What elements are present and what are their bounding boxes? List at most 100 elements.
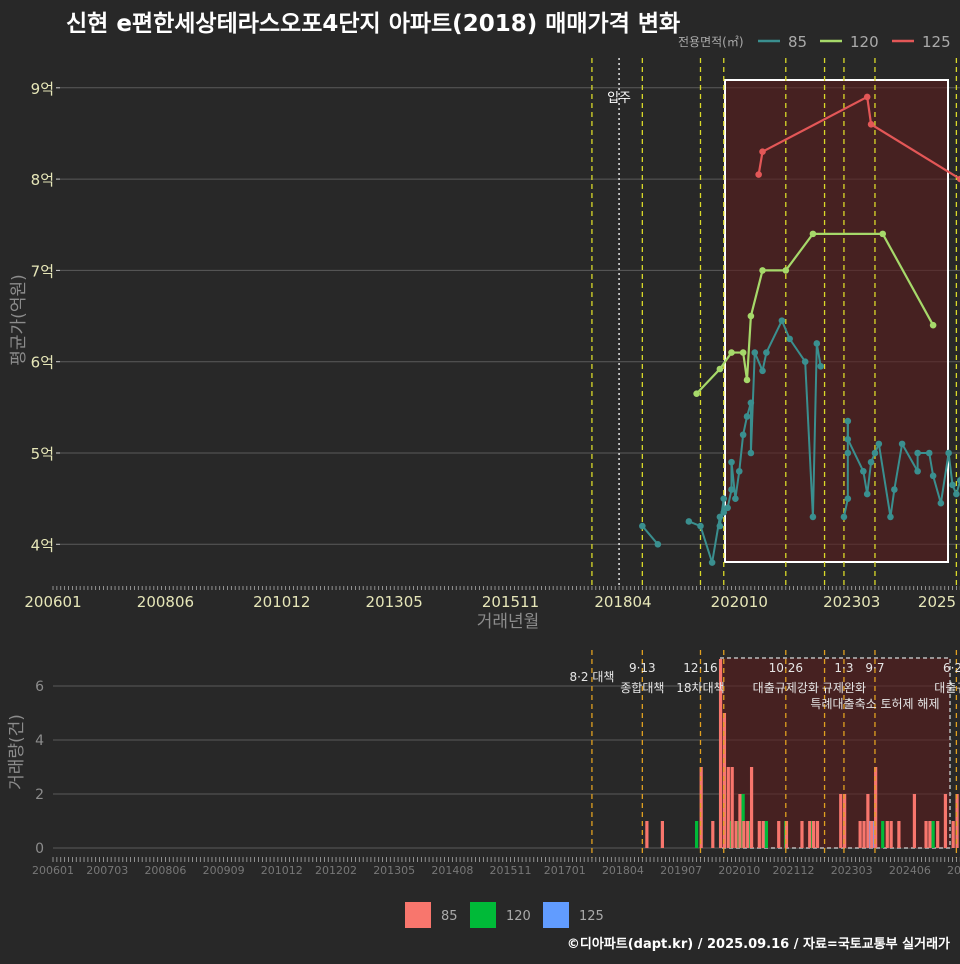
bar-legend-label-120: 120 <box>506 909 531 924</box>
credit-text: ©디아파트(dapt.kr) / 2025.09.16 / 자료=국토교통부 실… <box>566 937 950 952</box>
legend-label-85: 85 <box>788 33 807 51</box>
x-tick-label: 201804 <box>594 593 651 611</box>
data-point-85 <box>763 349 770 356</box>
policy-label: 1·3 <box>834 661 853 675</box>
bar-x-tick-label: 201511 <box>490 864 532 877</box>
x-tick-label: 201012 <box>253 593 310 611</box>
volume-bar-85 <box>889 821 893 848</box>
policy-label: 9·13 <box>629 661 656 675</box>
data-point-85 <box>747 449 755 457</box>
volume-bar-85 <box>808 821 812 848</box>
data-point-85 <box>778 317 786 324</box>
data-point-85 <box>720 495 728 502</box>
x-axis-title: 거래년월 <box>477 612 540 632</box>
bar-y-axis-title: 거래량(건) <box>7 714 27 790</box>
y-tick-label: 6억 <box>31 354 54 372</box>
bar-y-tick-label: 2 <box>35 787 44 803</box>
data-point-125 <box>759 148 766 156</box>
volume-bar-120 <box>764 821 769 848</box>
volume-bar-85 <box>943 794 948 848</box>
data-point-85 <box>801 358 809 366</box>
data-point-85 <box>786 335 793 343</box>
policy-label: 9·7 <box>865 661 884 675</box>
bar-x-tick-label: 200601 <box>32 864 74 877</box>
data-point-120 <box>693 390 700 397</box>
policy-sublabel: 규제완화 <box>822 681 866 695</box>
policy-sublabel: 특례대출축소 토허제 해제 <box>810 697 939 711</box>
volume-bar-85 <box>924 821 928 848</box>
volume-bar-85 <box>734 821 738 848</box>
data-point-85 <box>724 504 731 512</box>
volume-bar-85 <box>839 794 843 848</box>
data-point-85 <box>743 413 751 420</box>
volume-bar-85 <box>746 821 750 848</box>
data-point-85 <box>697 522 704 530</box>
data-point-85 <box>751 349 759 356</box>
bar-legend-swatch-85 <box>405 902 431 928</box>
data-point-120 <box>739 349 747 356</box>
bar-x-tick-label: 200909 <box>203 864 245 877</box>
volume-bar-85 <box>812 821 816 848</box>
volume-bar-85 <box>858 821 862 848</box>
data-point-85 <box>844 495 852 502</box>
y-axis-title: 평균가(억원) <box>9 274 29 365</box>
data-point-85 <box>871 449 879 457</box>
volume-bar-85 <box>761 821 765 848</box>
data-point-85 <box>817 362 824 370</box>
volume-bar-85 <box>742 821 746 848</box>
legend-label-120: 120 <box>850 33 879 51</box>
volume-bar-85 <box>800 821 804 848</box>
bar-x-tick-label: 200806 <box>144 864 186 877</box>
x-tick-label: 200806 <box>137 593 194 611</box>
policy-label: 8·2 대책 <box>569 669 614 684</box>
bar-y-tick-label: 0 <box>35 841 44 857</box>
data-point-85 <box>809 513 817 521</box>
x-tick-label: 200601 <box>24 593 81 611</box>
policy-sublabel: 대출규제강화 <box>753 681 819 695</box>
volume-bar-85 <box>777 821 781 848</box>
data-point-85 <box>914 449 921 457</box>
volume-bar-120 <box>881 821 885 848</box>
data-point-85 <box>747 399 755 407</box>
data-point-85 <box>887 513 894 521</box>
bar-x-tick-label: 201012 <box>261 864 303 877</box>
chart-svg: 4억5억6억7억8억9억입주200601 200806 201012 201305 20… <box>7 33 960 928</box>
data-point-120 <box>809 230 817 238</box>
bar-legend-swatch-125 <box>543 902 569 928</box>
data-point-85 <box>735 467 743 475</box>
data-point-120 <box>759 267 766 274</box>
data-point-85 <box>716 522 724 530</box>
bar-y-tick-label: 4 <box>35 733 44 749</box>
data-point-120 <box>716 365 724 373</box>
policy-label: 10·26 <box>769 661 803 675</box>
x-tick-label: 202010 <box>711 593 768 611</box>
data-point-85 <box>863 490 871 498</box>
policy-sublabel: 종합대책 <box>620 680 664 695</box>
bar-x-tick-label: 201202 <box>315 864 357 877</box>
policy-label: 12·16 <box>683 661 717 675</box>
bar-y-tick-label: 6 <box>35 679 44 695</box>
bar-x-tick-label: 202509 <box>947 864 960 877</box>
policy-sublabel: 18차대책 <box>676 680 724 695</box>
data-point-85 <box>708 559 716 566</box>
move-in-label: 입주 <box>607 91 631 106</box>
data-point-120 <box>743 376 751 384</box>
data-point-120 <box>782 267 790 274</box>
volume-bar-85 <box>885 821 889 848</box>
data-point-85 <box>937 499 945 507</box>
data-point-125 <box>755 171 762 178</box>
volume-bar-85 <box>660 821 664 848</box>
volume-bar-85 <box>749 767 754 848</box>
data-point-85 <box>732 495 739 502</box>
bar-x-tick-label: 201804 <box>602 864 644 877</box>
data-point-85 <box>860 467 867 475</box>
data-point-85 <box>639 522 646 530</box>
bar-x-tick-label: 202112 <box>773 864 815 877</box>
volume-bar-85 <box>870 821 874 848</box>
legend-title: 전용면적(㎡) <box>678 35 744 49</box>
data-point-85 <box>953 490 960 498</box>
data-point-85 <box>844 417 852 425</box>
data-point-85 <box>925 449 933 457</box>
y-tick-label: 9억 <box>31 80 54 98</box>
data-point-85 <box>759 367 766 375</box>
